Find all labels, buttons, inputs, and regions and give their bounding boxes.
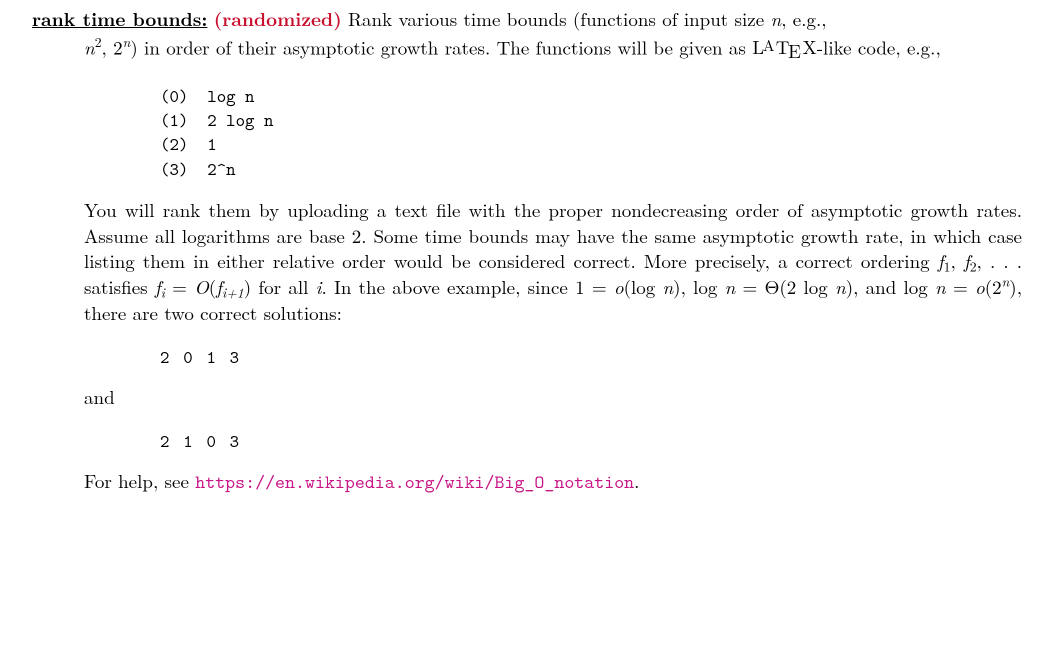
two-to-n-base: 2 xyxy=(113,33,123,60)
solution-2: 2 1 0 3 xyxy=(160,429,241,453)
rpar3: ) xyxy=(1009,273,1016,300)
intro-text-d: -like code, e.g., xyxy=(817,33,941,60)
intro-text-b: , e.g., xyxy=(781,5,826,32)
exercise-title: rank time bounds: xyxy=(32,4,207,32)
code-line-3: (3) 2^n xyxy=(160,157,236,181)
para2-s2: satisfies xyxy=(84,273,155,300)
title-continuation: n2, 2n) in order of their asymptotic gro… xyxy=(32,34,1022,64)
latex-logo: LATEX xyxy=(752,33,817,60)
exercise-tag: (randomized) xyxy=(214,4,342,32)
code-line-0: (0) log n xyxy=(160,84,255,108)
solution-1-block: 2 0 1 3 xyxy=(32,345,1022,369)
intro-text-c: ) in order of their asymptotic growth ra… xyxy=(130,33,752,60)
and-label: and xyxy=(84,383,115,410)
lpar3: (2 xyxy=(985,273,1002,300)
code-line-2: (2) 1 xyxy=(160,132,217,156)
para2-s6: , and log xyxy=(853,273,935,300)
solution-2-block: 2 1 0 3 xyxy=(32,429,1022,453)
arg1a: (log xyxy=(624,273,663,300)
intro-text-a: Rank various time bounds (functions of i… xyxy=(348,5,770,32)
small-o-1: o xyxy=(614,273,624,300)
help-line: For help, see https://en.wikipedia.org/w… xyxy=(32,468,1022,496)
comma: , xyxy=(102,33,114,60)
eq-theta: = Θ(2 log xyxy=(735,273,835,300)
para2-s3: for all xyxy=(251,273,316,300)
instruction-paragraph: You will rank them by uploading a text f… xyxy=(32,197,1022,325)
comma: , xyxy=(950,247,963,274)
n3var: n xyxy=(835,273,846,300)
small-o-2: o xyxy=(975,273,985,300)
title-line: rank time bounds: (randomized) Rank vari… xyxy=(32,6,1022,32)
arg1n: n xyxy=(662,273,673,300)
rpar: ) xyxy=(244,273,251,300)
para2-s5: , log xyxy=(681,273,725,300)
eq-bigO: = O xyxy=(165,273,209,300)
rpar2: ) xyxy=(846,273,853,300)
n-squared-base: n xyxy=(84,33,95,60)
and-line: and xyxy=(32,384,1022,410)
n2var: n xyxy=(725,273,736,300)
help-prefix: For help, see xyxy=(84,467,195,494)
eqo2: = xyxy=(946,273,975,300)
code-line-1: (1) 2 log n xyxy=(160,108,273,132)
var-n: n xyxy=(771,5,782,32)
help-period: . xyxy=(634,467,639,494)
code-example-block: (0) log n (1) 2 log n (2) 1 (3) 2^n xyxy=(32,84,1022,181)
help-link[interactable]: https://en.wikipedia.org/wiki/Big_O_nota… xyxy=(195,470,634,495)
n-squared-exp: 2 xyxy=(95,32,102,51)
document-page: rank time bounds: (randomized) Rank vari… xyxy=(0,0,1054,505)
ellipsis: , . . . xyxy=(977,247,1022,274)
para2-s1: You will rank them by uploading a text f… xyxy=(84,196,1022,274)
solution-1: 2 0 1 3 xyxy=(160,345,241,369)
arg1b: ) xyxy=(673,273,680,300)
n4var: n xyxy=(935,273,946,300)
para2-s4: . In the above example, since 1 = xyxy=(321,273,613,300)
